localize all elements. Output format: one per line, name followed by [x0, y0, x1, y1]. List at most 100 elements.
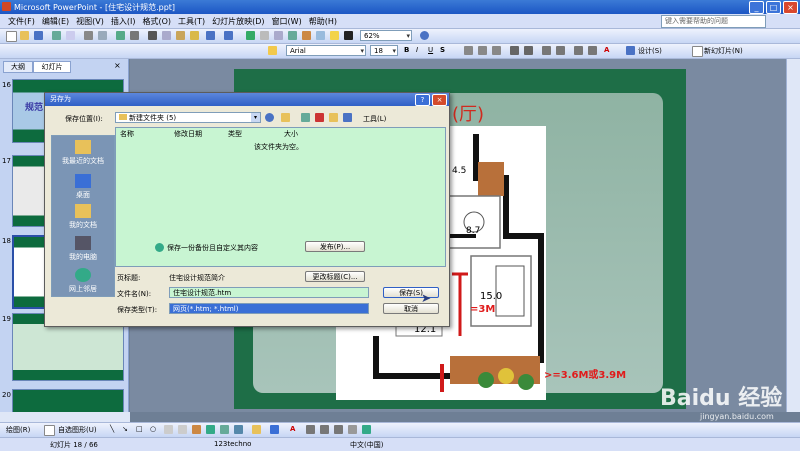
print-icon[interactable]	[84, 31, 93, 40]
autoshapes-menu[interactable]: 自选图形(U)	[58, 425, 97, 435]
research-icon[interactable]	[130, 31, 139, 40]
italic-button[interactable]: I	[416, 46, 418, 54]
column-name[interactable]: 名称	[120, 129, 134, 139]
align-left-icon[interactable]	[464, 46, 473, 55]
menu-file[interactable]: 文件(F)	[8, 16, 35, 27]
design-icon[interactable]	[626, 46, 635, 55]
diagram-icon[interactable]	[206, 425, 215, 434]
decrease-font-icon[interactable]	[556, 46, 565, 55]
align-right-icon[interactable]	[492, 46, 501, 55]
delete-icon[interactable]	[315, 113, 324, 122]
select-pointer-icon[interactable]	[44, 425, 55, 436]
menu-tools[interactable]: 工具(T)	[178, 16, 205, 27]
rectangle-tool-icon[interactable]: □	[136, 425, 143, 433]
bullets-icon[interactable]	[524, 46, 533, 55]
undo-icon[interactable]	[206, 31, 215, 40]
font-style-icon[interactable]	[268, 46, 277, 55]
filetype-select[interactable]: 网页(*.htm; *.html)	[169, 303, 369, 314]
copy-icon[interactable]	[162, 31, 171, 40]
font-color-icon[interactable]: A	[290, 425, 295, 433]
line-style-icon[interactable]	[306, 425, 315, 434]
clipart-icon[interactable]	[220, 425, 229, 434]
show-formatting-icon[interactable]	[330, 31, 339, 40]
back-icon[interactable]	[265, 113, 274, 122]
design-button[interactable]: 设计(S)	[638, 46, 662, 56]
open-icon[interactable]	[20, 31, 29, 40]
new-slide-button[interactable]: 新幻灯片(N)	[704, 46, 743, 56]
insert-chart-icon[interactable]	[246, 31, 255, 40]
oval-tool-icon[interactable]: ○	[150, 425, 156, 433]
preview-icon[interactable]	[98, 31, 107, 40]
bold-button[interactable]: B	[404, 46, 409, 54]
column-modified[interactable]: 修改日期	[174, 129, 202, 139]
save-icon[interactable]	[34, 31, 43, 40]
3d-style-icon[interactable]	[362, 425, 371, 434]
arrow-tool-icon[interactable]: ↘	[122, 425, 128, 433]
draw-menu[interactable]: 绘图(R)	[6, 425, 30, 435]
font-color-button[interactable]: A	[604, 46, 609, 54]
file-list[interactable]: 名称 修改日期 类型 大小 该文件夹为空。	[115, 127, 446, 267]
close-button[interactable]: ×	[783, 1, 798, 14]
dash-style-icon[interactable]	[320, 425, 329, 434]
search-web-icon[interactable]	[301, 113, 310, 122]
fill-color-icon[interactable]	[252, 425, 261, 434]
menu-window[interactable]: 窗口(W)	[272, 16, 302, 27]
up-folder-icon[interactable]	[281, 113, 290, 122]
maximize-button[interactable]: □	[766, 1, 781, 14]
pane-scrollbar[interactable]	[0, 412, 130, 422]
line-tool-icon[interactable]: ╲	[110, 425, 114, 433]
tab-outline[interactable]: 大纲	[3, 61, 33, 73]
dialog-help-button[interactable]: ?	[415, 94, 430, 106]
menu-format[interactable]: 格式(O)	[142, 16, 171, 27]
place-recent[interactable]: 我最近的文档	[52, 140, 114, 166]
views-icon[interactable]	[343, 113, 352, 122]
shadow-style-icon[interactable]	[348, 425, 357, 434]
minimize-button[interactable]: _	[749, 1, 764, 14]
line-color-icon[interactable]	[270, 425, 279, 434]
insert-table-icon[interactable]	[260, 31, 269, 40]
zoom-select[interactable]: 62%	[360, 30, 412, 42]
cut-icon[interactable]	[148, 31, 157, 40]
new-icon[interactable]	[6, 31, 17, 42]
format-painter-icon[interactable]	[190, 31, 199, 40]
permission-icon[interactable]	[52, 31, 61, 40]
grid-icon[interactable]	[344, 31, 353, 40]
paste-icon[interactable]	[176, 31, 185, 40]
tab-slides[interactable]: 幻灯片	[33, 61, 71, 73]
numbering-icon[interactable]	[510, 46, 519, 55]
tools-menu[interactable]: 工具(L)	[363, 114, 386, 124]
new-folder-icon[interactable]	[329, 113, 338, 122]
publish-button[interactable]: 发布(P)...	[305, 241, 365, 252]
change-title-button[interactable]: 更改标题(C)...	[305, 271, 365, 282]
menu-insert[interactable]: 插入(I)	[111, 16, 136, 27]
wordart-icon[interactable]	[192, 425, 201, 434]
filename-field[interactable]: 住宅设计规范.htm	[169, 287, 369, 298]
font-size-select[interactable]: 18	[370, 45, 398, 57]
arrow-style-icon[interactable]	[334, 425, 343, 434]
textbox-icon[interactable]	[164, 425, 173, 434]
expand-all-icon[interactable]	[316, 31, 325, 40]
picture-icon[interactable]	[234, 425, 243, 434]
place-my-computer[interactable]: 我的电脑	[52, 236, 114, 262]
spelling-icon[interactable]	[116, 31, 125, 40]
help-icon[interactable]	[420, 31, 429, 40]
menu-slideshow[interactable]: 幻灯片放映(D)	[212, 16, 264, 27]
place-my-documents[interactable]: 我的文档	[52, 204, 114, 230]
underline-button[interactable]: U	[428, 46, 433, 54]
menu-help[interactable]: 帮助(H)	[309, 16, 337, 27]
menu-view[interactable]: 视图(V)	[76, 16, 104, 27]
close-pane-icon[interactable]: ×	[114, 61, 121, 70]
column-type[interactable]: 类型	[228, 129, 242, 139]
menu-edit[interactable]: 编辑(E)	[42, 16, 69, 27]
column-size[interactable]: 大小	[284, 129, 298, 139]
slide-title[interactable]: (厅)	[452, 100, 484, 126]
email-icon[interactable]	[66, 31, 75, 40]
vertical-textbox-icon[interactable]	[178, 425, 187, 434]
save-in-select[interactable]: 新建文件夹 (5) ▾	[115, 112, 261, 123]
align-center-icon[interactable]	[478, 46, 487, 55]
slide-thumbnail[interactable]	[12, 389, 124, 413]
place-desktop[interactable]: 桌面	[52, 174, 114, 200]
increase-indent-icon[interactable]	[588, 46, 597, 55]
place-network[interactable]: 网上邻居	[52, 268, 114, 294]
shadow-button[interactable]: S	[440, 46, 445, 54]
